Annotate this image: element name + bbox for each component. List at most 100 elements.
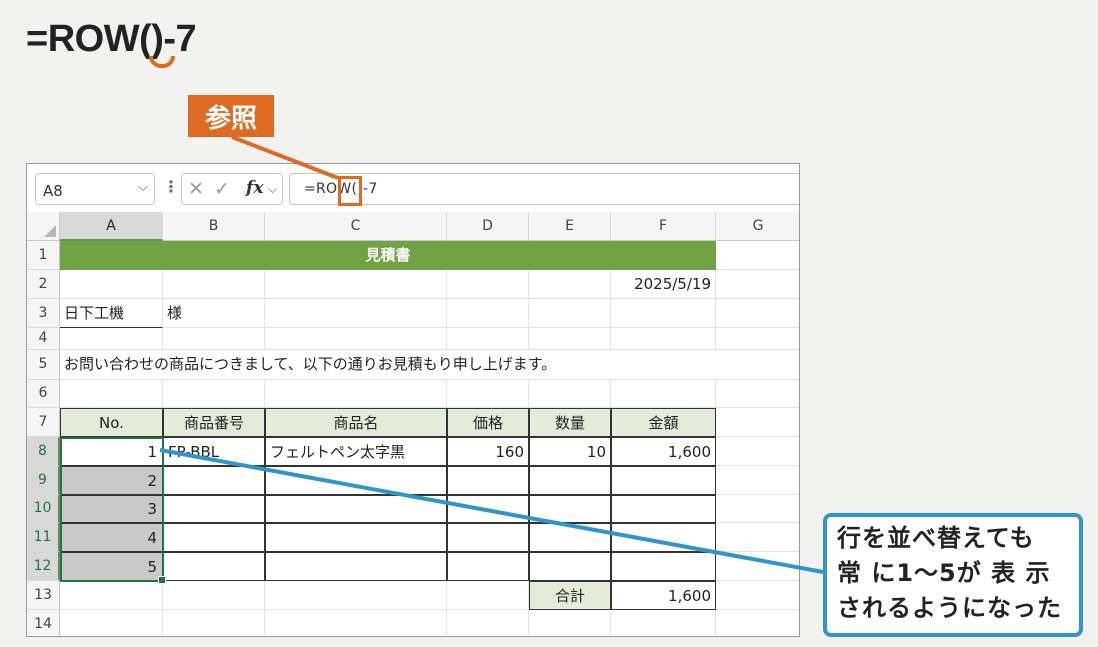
cell[interactable] (611, 328, 716, 350)
table-cell[interactable] (163, 552, 265, 581)
table-cell[interactable] (163, 495, 265, 523)
table-cell[interactable] (611, 523, 716, 552)
cell[interactable] (716, 299, 799, 328)
cell[interactable] (265, 299, 447, 328)
column-header-a[interactable]: A (60, 212, 163, 241)
client-name-cell[interactable]: 日下工機 (60, 299, 163, 328)
row-header-7[interactable]: 7 (27, 408, 60, 437)
cell[interactable] (60, 328, 163, 350)
cell[interactable] (447, 581, 529, 610)
column-header-e[interactable]: E (529, 212, 611, 241)
cell[interactable] (529, 270, 611, 299)
name-box[interactable]: A8 ⌵ (35, 173, 155, 205)
cell[interactable] (716, 581, 799, 610)
row-header-1[interactable]: 1 (27, 241, 60, 270)
table-header-cell[interactable]: 数量 (529, 408, 611, 437)
table-cell[interactable] (611, 466, 716, 495)
cell[interactable] (716, 408, 799, 437)
cell[interactable] (716, 241, 799, 270)
row-number-cell[interactable]: 4 (60, 523, 163, 552)
table-cell[interactable]: 10 (529, 437, 611, 466)
row-header-12[interactable]: 12 (27, 552, 60, 581)
cancel-icon[interactable]: ✕ (188, 178, 204, 200)
cell[interactable] (447, 610, 529, 636)
column-header-b[interactable]: B (163, 212, 265, 241)
table-cell[interactable] (611, 495, 716, 523)
cell[interactable] (716, 350, 799, 380)
estimate-title[interactable]: 見積書 (60, 241, 716, 270)
row-header-4[interactable]: 4 (27, 328, 60, 350)
table-header-cell[interactable]: 価格 (447, 408, 529, 437)
table-cell[interactable] (611, 552, 716, 581)
cell[interactable] (163, 581, 265, 610)
cell[interactable] (716, 270, 799, 299)
chevron-down-icon[interactable]: ⌵ (268, 182, 277, 197)
table-header-cell[interactable]: No. (60, 408, 163, 437)
cell[interactable] (265, 270, 447, 299)
cell[interactable] (716, 328, 799, 350)
cell[interactable] (611, 299, 716, 328)
row-header-11[interactable]: 11 (27, 523, 60, 552)
total-value-cell[interactable]: 1,600 (611, 581, 716, 610)
cell[interactable] (265, 610, 447, 636)
date-cell[interactable]: 2025/5/19 (611, 270, 716, 299)
table-cell[interactable] (529, 495, 611, 523)
table-header-cell[interactable]: 商品番号 (163, 408, 265, 437)
table-header-cell[interactable]: 商品名 (265, 408, 447, 437)
cell[interactable] (716, 495, 799, 523)
cell[interactable] (529, 610, 611, 636)
column-header-f[interactable]: F (611, 212, 716, 241)
column-header-d[interactable]: D (447, 212, 529, 241)
table-cell[interactable] (447, 552, 529, 581)
cell[interactable] (60, 270, 163, 299)
table-cell[interactable]: フェルトペン太字黒 (265, 437, 447, 466)
row-header-5[interactable]: 5 (27, 350, 60, 380)
table-header-cell[interactable]: 金額 (611, 408, 716, 437)
cell[interactable] (529, 328, 611, 350)
row-number-cell[interactable]: 5 (60, 552, 163, 581)
cell[interactable] (716, 380, 799, 408)
cell[interactable] (163, 380, 265, 408)
formula-input[interactable]: =ROW()-7 (289, 173, 799, 205)
cell[interactable] (60, 610, 163, 636)
row-header-2[interactable]: 2 (27, 270, 60, 299)
row-number-cell[interactable]: 2 (60, 466, 163, 495)
cell[interactable] (447, 380, 529, 408)
row-header-9[interactable]: 9 (27, 466, 60, 495)
chevron-down-icon[interactable]: ⌵ (138, 180, 148, 195)
table-cell[interactable] (163, 523, 265, 552)
table-cell[interactable] (529, 466, 611, 495)
cell[interactable] (163, 270, 265, 299)
cell[interactable] (265, 380, 447, 408)
cell[interactable] (611, 380, 716, 408)
row-header-13[interactable]: 13 (27, 581, 60, 610)
cell[interactable] (529, 299, 611, 328)
cell[interactable] (447, 328, 529, 350)
table-cell[interactable] (529, 523, 611, 552)
row-header-6[interactable]: 6 (27, 380, 60, 408)
table-cell[interactable] (447, 495, 529, 523)
select-all-corner[interactable] (27, 212, 60, 241)
cell[interactable] (447, 299, 529, 328)
cell[interactable] (716, 437, 799, 466)
total-label-cell[interactable]: 合計 (529, 581, 611, 610)
cell[interactable] (611, 610, 716, 636)
table-cell[interactable] (447, 466, 529, 495)
table-cell[interactable] (163, 466, 265, 495)
cell[interactable] (163, 610, 265, 636)
column-header-c[interactable]: C (265, 212, 447, 241)
table-cell[interactable]: FP-BBL (163, 437, 265, 466)
row-header-10[interactable]: 10 (27, 495, 60, 523)
more-options-icon[interactable]: ⋮ (163, 177, 179, 196)
table-cell[interactable] (447, 523, 529, 552)
table-cell[interactable] (265, 552, 447, 581)
cell[interactable] (60, 380, 163, 408)
table-cell[interactable] (265, 495, 447, 523)
table-cell[interactable]: 160 (447, 437, 529, 466)
fx-icon[interactable]: fx (246, 178, 263, 198)
cell[interactable] (716, 610, 799, 636)
cell[interactable] (265, 328, 447, 350)
cell[interactable] (716, 523, 799, 552)
cell[interactable] (265, 581, 447, 610)
table-cell[interactable]: 1,600 (611, 437, 716, 466)
